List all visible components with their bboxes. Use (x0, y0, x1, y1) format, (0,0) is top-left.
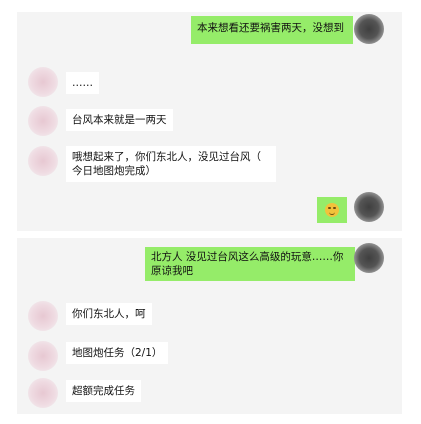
message-text-line: 哦想起来了，你们东北人，没见过台风（ (72, 151, 261, 163)
avatar[interactable] (28, 146, 58, 176)
smiling-face-emoji-icon (325, 203, 339, 217)
chat-panel-top: 本来想看还要祸害两天，没想到 …… 台风本来就是一两天 哦想起来了，你们东北人，… (17, 12, 402, 231)
avatar[interactable] (354, 192, 384, 222)
message-bubble-incoming[interactable]: 地图炮任务（2/1） (66, 342, 169, 364)
message-text-line: 今日地图炮完成） (72, 165, 156, 177)
avatar[interactable] (28, 301, 58, 331)
message-text: 台风本来就是一两天 (72, 114, 167, 126)
message-text: 本来想看还要祸害两天，没想到 (197, 22, 344, 34)
avatar[interactable] (28, 67, 58, 97)
message-bubble-incoming[interactable]: 你们东北人，呵 (66, 303, 152, 325)
message-text: 超额完成任务 (72, 385, 135, 397)
message-bubble-incoming[interactable]: 哦想起来了，你们东北人，没见过台风（ 今日地图炮完成） (66, 146, 276, 182)
avatar[interactable] (354, 14, 384, 44)
avatar[interactable] (28, 106, 58, 136)
avatar[interactable] (28, 378, 58, 408)
message-bubble-outgoing[interactable]: 本来想看还要祸害两天，没想到 (191, 16, 353, 44)
avatar[interactable] (28, 341, 58, 371)
message-bubble-incoming[interactable]: …… (66, 72, 99, 94)
message-text-line: 北方人 没见过台风这么高级的玩意……你 (151, 251, 344, 263)
message-text: 你们东北人，呵 (72, 308, 146, 320)
message-text: …… (72, 77, 93, 89)
message-bubble-outgoing[interactable]: 北方人 没见过台风这么高级的玩意……你 原谅我吧 (145, 247, 355, 281)
message-bubble-incoming[interactable]: 台风本来就是一两天 (66, 109, 173, 131)
message-text-line: 原谅我吧 (151, 265, 193, 277)
message-bubble-outgoing[interactable] (317, 197, 347, 223)
chat-panel-bottom: 北方人 没见过台风这么高级的玩意……你 原谅我吧 你们东北人，呵 地图炮任务（2… (17, 238, 402, 414)
message-bubble-incoming[interactable]: 超额完成任务 (66, 380, 141, 402)
message-text: 地图炮任务（2/1） (72, 347, 163, 359)
avatar[interactable] (354, 243, 384, 273)
